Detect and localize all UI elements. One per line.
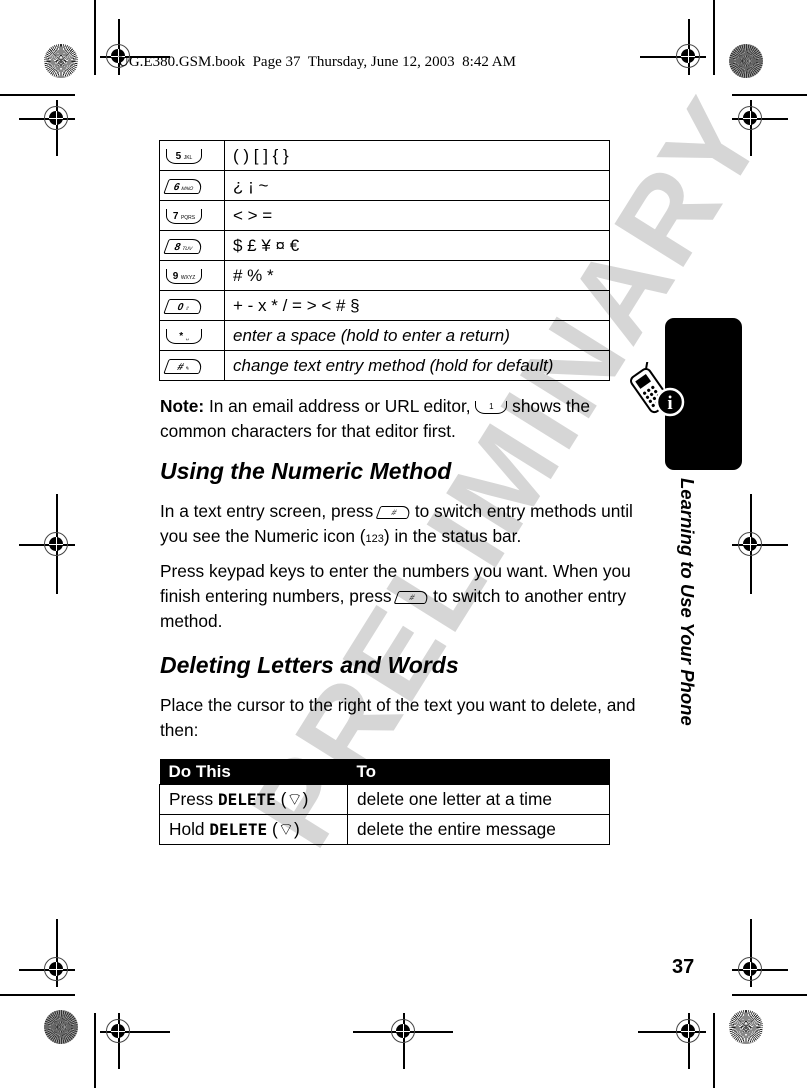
trim-line	[732, 994, 807, 996]
key-9-wxyz-icon: 9 WXYZ	[166, 268, 202, 284]
key-0-shift-icon: 0 ⇧	[163, 298, 205, 314]
trim-line	[732, 94, 807, 96]
key-sublabel: TUV	[181, 245, 194, 252]
key-cell: # ✎	[159, 350, 225, 381]
trim-line	[94, 0, 96, 75]
key-cell: 0 ⇧	[159, 290, 225, 321]
key-sublabel: WXYZ	[180, 274, 196, 281]
key-sublabel: ⇧	[183, 305, 191, 312]
softkey-icon: ⌔	[286, 789, 303, 809]
key-7-pqrs-icon: 7 PQRS	[166, 208, 202, 224]
symbol-cell: ( ) [ ] { }	[224, 140, 610, 171]
table-row: * ␣ enter a space (hold to enter a return…	[159, 320, 610, 351]
key-label: 5	[175, 150, 182, 162]
result-cell: delete one letter at a time	[347, 784, 610, 815]
table-row: 0 ⇧ + - x * / = > < # §	[159, 290, 610, 321]
chapter-title: Learning to Use Your Phone	[677, 478, 698, 726]
key-pound-mode-icon: # ✎	[163, 358, 205, 374]
key-cell: 6 MNO	[159, 170, 225, 201]
symbol-cell: ¿ ¡ ~	[224, 170, 610, 201]
table-header-row: Do This To	[159, 759, 610, 785]
color-bar-starburst	[44, 1010, 78, 1044]
note-paragraph: Note: In an email address or URL editor,…	[160, 394, 645, 444]
key-sublabel: PQRS	[180, 214, 196, 221]
softkey-label: DELETE	[218, 790, 276, 809]
trim-line	[0, 994, 75, 996]
table-row: 7 PQRS < > =	[159, 200, 610, 231]
key-1-label: 1	[489, 401, 494, 411]
symbol-cell: $ £ ¥ ¤ €	[224, 230, 610, 261]
table-row: # ✎ change text entry method (hold for de…	[159, 350, 610, 381]
key-5-jkl-icon: 5 JKL	[166, 148, 202, 164]
table-row: 9 WXYZ # % *	[159, 260, 610, 291]
trim-line	[94, 1013, 96, 1088]
delete-table: Do This To Press DELETE (⌔) delete one le…	[159, 759, 610, 845]
trim-line	[0, 94, 75, 96]
action-verb: Press	[169, 789, 214, 809]
key-cell: 5 JKL	[159, 140, 225, 171]
key-star-space-icon: * ␣	[166, 328, 202, 344]
key-label: 7	[172, 210, 179, 222]
key-1-icon: 1	[475, 400, 508, 414]
symbol-cell: + - x * / = > < # §	[224, 290, 610, 321]
color-bar-starburst	[729, 1010, 763, 1044]
key-6-mno-icon: 6 MNO	[163, 178, 205, 194]
text: In a text entry screen, press	[160, 501, 379, 521]
column-header: To	[347, 759, 610, 785]
key-cell: * ␣	[159, 320, 225, 351]
symbol-cell: change text entry method (hold for defau…	[224, 350, 610, 381]
heading-deleting: Deleting Letters and Words	[160, 652, 459, 678]
page-number: 37	[672, 956, 695, 978]
deleting-paragraph: Place the cursor to the right of the tex…	[160, 695, 636, 740]
key-sublabel: JKL	[183, 154, 193, 161]
note-text: In an email address or URL editor,	[204, 396, 476, 416]
table-row: 5 JKL ( ) [ ] { }	[159, 140, 610, 171]
key-pound-icon: #	[393, 590, 431, 604]
action-cell: Hold DELETE (⌔)	[159, 814, 348, 845]
symbol-cell: # % *	[224, 260, 610, 291]
key-sublabel: MNO	[180, 185, 195, 192]
key-cell: 7 PQRS	[159, 200, 225, 231]
action-verb: Hold	[169, 819, 205, 839]
symbol-table: 5 JKL( ) [ ] { } 6 MNO ¿ ¡ ~7 PQRS < > = 8 T…	[159, 140, 610, 381]
note-label: Note:	[160, 396, 205, 416]
svg-text:i: i	[667, 393, 672, 414]
numeric-mode-icon: 123	[365, 533, 384, 545]
key-label: #	[390, 507, 398, 517]
table-row: 6 MNO ¿ ¡ ~	[159, 170, 610, 201]
key-sublabel: ␣	[185, 334, 189, 341]
color-bar-starburst	[729, 44, 763, 78]
trim-line	[713, 0, 715, 75]
symbol-cell: < > =	[224, 200, 610, 231]
key-cell: 8 TUV	[159, 230, 225, 261]
text: ) in the status bar.	[383, 526, 522, 546]
symbol-cell: enter a space (hold to enter a return)	[224, 320, 610, 351]
key-label: 9	[172, 270, 179, 282]
result-cell: delete the entire message	[347, 814, 610, 845]
color-bar-starburst	[44, 44, 78, 78]
heading-numeric-method: Using the Numeric Method	[160, 458, 452, 484]
key-label: #	[408, 592, 417, 602]
key-label: *	[179, 330, 184, 342]
trim-line	[713, 1013, 715, 1088]
key-cell: 9 WXYZ	[159, 260, 225, 291]
softkey-label: DELETE	[209, 820, 268, 839]
softkey-icon: ⌔	[277, 819, 294, 839]
action-cell: Press DELETE (⌔)	[159, 784, 348, 815]
book-header: UG.E380.GSM.book Page 37 Thursday, June …	[118, 54, 516, 70]
numeric-paragraph-2: Press keypad keys to enter the numbers y…	[160, 559, 645, 634]
column-header: Do This	[159, 759, 348, 785]
table-row: Hold DELETE (⌔) delete the entire message	[159, 814, 610, 845]
key-8-tuv-icon: 8 TUV	[163, 238, 205, 254]
numeric-paragraph-1: In a text entry screen, press # to switc…	[160, 499, 645, 552]
key-sublabel: ✎	[183, 365, 191, 372]
table-row: Press DELETE (⌔) delete one letter at a t…	[159, 784, 610, 815]
table-row: 8 TUV $ £ ¥ ¤ €	[159, 230, 610, 261]
key-pound-icon: #	[375, 505, 413, 519]
